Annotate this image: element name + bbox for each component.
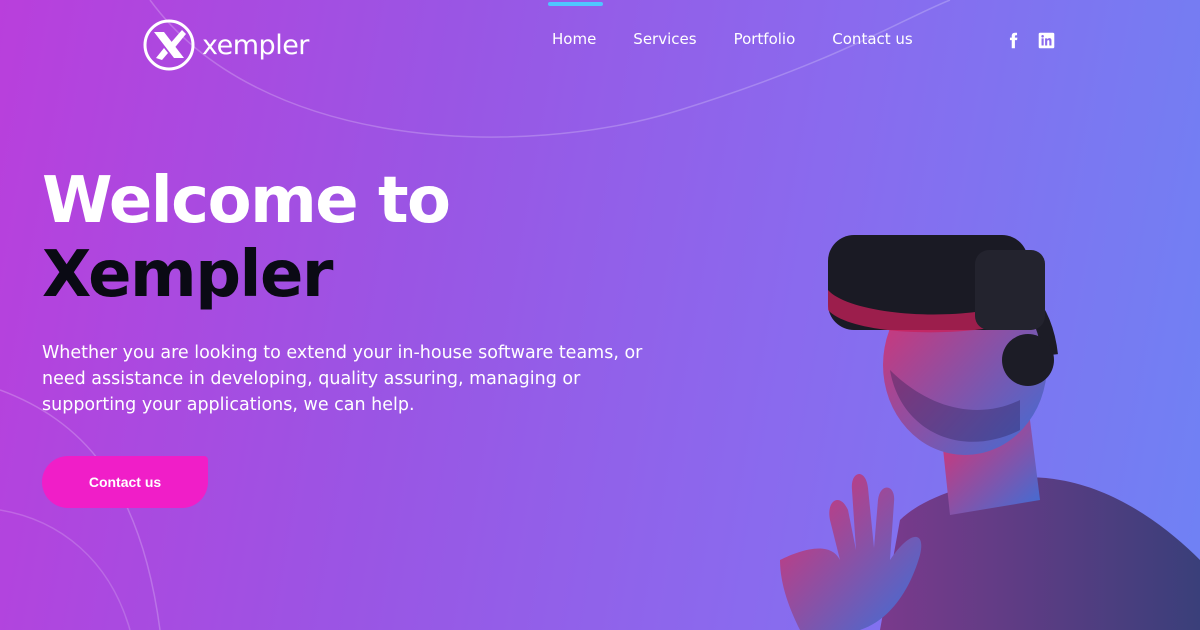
social-links xyxy=(1005,32,1055,49)
hero-description: Whether you are looking to extend your i… xyxy=(42,343,643,415)
nav-item-portfolio[interactable]: Portfolio xyxy=(734,30,796,48)
nav-item-contact-us[interactable]: Contact us xyxy=(832,30,912,48)
main-nav: Home Services Portfolio Contact us xyxy=(552,30,913,48)
contact-us-button[interactable]: Contact us xyxy=(42,456,208,508)
nav-item-services[interactable]: Services xyxy=(633,30,696,48)
nav-item-home[interactable]: Home xyxy=(552,30,596,48)
hero-title-line1: Welcome to xyxy=(42,164,451,238)
nav-active-indicator xyxy=(548,2,603,6)
facebook-icon[interactable] xyxy=(1005,32,1022,49)
brand-logo[interactable]: xempler xyxy=(142,18,309,72)
hero-title-line2: Xempler xyxy=(42,238,333,312)
brand-name: xempler xyxy=(202,29,309,61)
hero-title: Welcome to Xempler xyxy=(42,164,451,312)
xempler-logo-icon xyxy=(143,19,195,71)
linkedin-icon[interactable] xyxy=(1038,32,1055,49)
vr-headset-person-image xyxy=(780,235,1200,630)
